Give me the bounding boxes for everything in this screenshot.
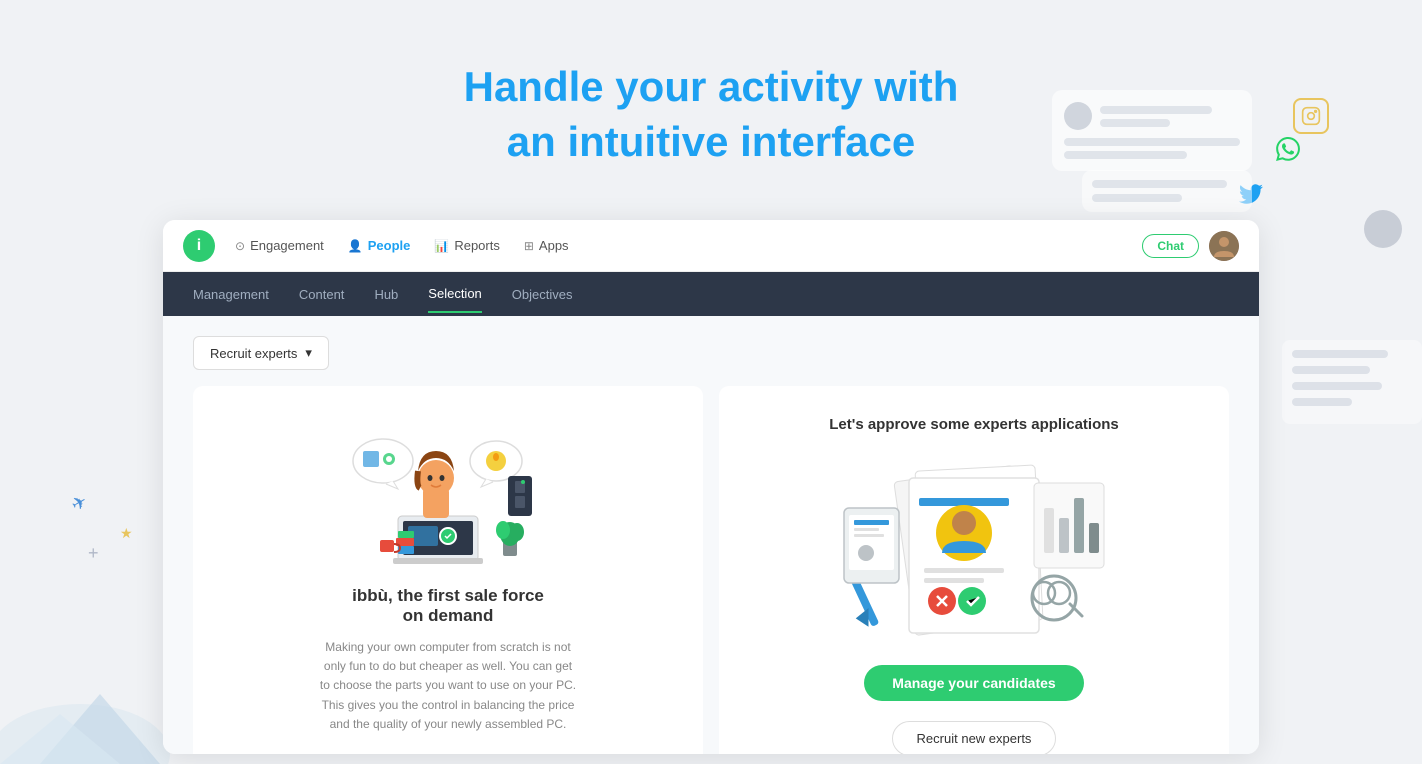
recruit-experts-dropdown[interactable]: Recruit experts ▾: [193, 336, 329, 370]
nav-apps[interactable]: ⊞ Apps: [524, 238, 569, 253]
chat-button[interactable]: Chat: [1142, 234, 1199, 258]
apps-icon: ⊞: [524, 239, 534, 253]
nav-objectives[interactable]: Objectives: [512, 277, 573, 312]
reports-icon: 📊: [434, 239, 449, 253]
app-window: i ⊙ Engagement 👤 People 📊 Reports ⊞ Apps…: [163, 220, 1259, 754]
engagement-icon: ⊙: [235, 239, 245, 253]
nav-selection[interactable]: Selection: [428, 276, 481, 313]
card1-illustration: [338, 416, 558, 586]
ghost-ui-bottom: [1082, 170, 1252, 212]
content-area: Recruit experts ▾: [163, 316, 1259, 754]
cards-grid: ibbù, the first sale force on demand Mak…: [193, 386, 1229, 754]
nav-management[interactable]: Management: [193, 277, 269, 312]
nav-people[interactable]: 👤 People: [348, 238, 411, 253]
card2-illustration: [834, 453, 1114, 653]
nav-right: Chat: [1142, 231, 1239, 261]
people-icon: 👤: [348, 239, 363, 253]
plus-icon: +: [88, 543, 99, 564]
card-ibbu: ibbù, the first sale force on demand Mak…: [193, 386, 703, 754]
ghost-sidebar: [1282, 340, 1422, 424]
recruit-experts-button[interactable]: Recruit new experts: [892, 721, 1057, 754]
card2-title: Let's approve some experts applications: [829, 416, 1119, 433]
nav-items: ⊙ Engagement 👤 People 📊 Reports ⊞ Apps: [235, 238, 1142, 253]
hero-title: Handle your activity with an intuitive i…: [0, 60, 1422, 169]
card2-buttons: Manage your candidates Recruit new exper…: [743, 665, 1205, 754]
user-avatar[interactable]: [1209, 231, 1239, 261]
card1-title: ibbù, the first sale force on demand: [352, 586, 544, 626]
nav-hub[interactable]: Hub: [374, 277, 398, 312]
card-approve: Let's approve some experts applications: [719, 386, 1229, 754]
manage-candidates-button[interactable]: Manage your candidates: [864, 665, 1083, 701]
dropdown-arrow-icon: ▾: [305, 345, 312, 361]
secondary-nav: Management Content Hub Selection Objecti…: [163, 272, 1259, 316]
app-logo: i: [183, 230, 215, 262]
ghost-person: [1364, 210, 1402, 248]
star-icon: ★: [120, 525, 133, 542]
hero-section: Handle your activity with an intuitive i…: [0, 0, 1422, 169]
card1-desc: Making your own computer from scratch is…: [318, 638, 578, 734]
plane-icon: ✈: [68, 491, 92, 517]
nav-content[interactable]: Content: [299, 277, 345, 312]
nav-reports[interactable]: 📊 Reports: [434, 238, 499, 253]
top-nav: i ⊙ Engagement 👤 People 📊 Reports ⊞ Apps…: [163, 220, 1259, 272]
nav-engagement[interactable]: ⊙ Engagement: [235, 238, 324, 253]
